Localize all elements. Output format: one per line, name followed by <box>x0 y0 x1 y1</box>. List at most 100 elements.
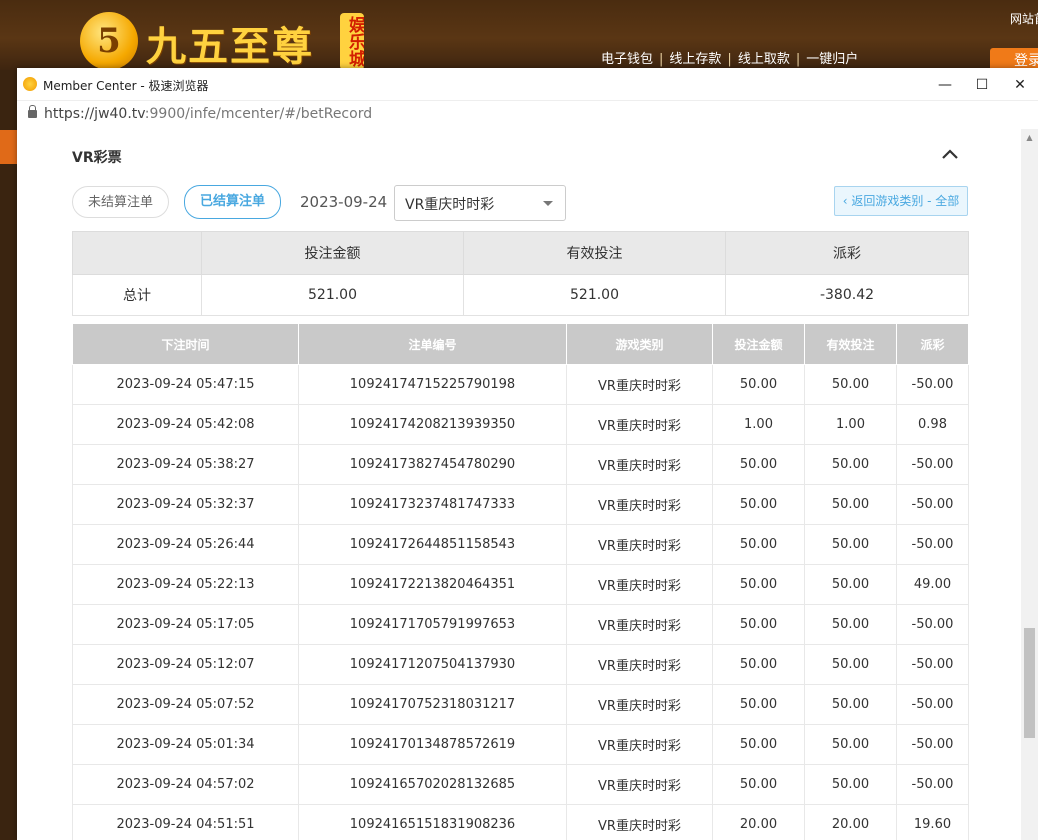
table-row: 2023-09-24 05:22:13 10924172213820464351 V… <box>72 564 969 605</box>
bet-time-cell: 2023-09-24 05:01:34 <box>72 724 299 765</box>
nav-e-wallet[interactable]: 电子钱包 <box>601 52 653 67</box>
bet-time-cell: 2023-09-24 05:12:07 <box>72 644 299 685</box>
game-type-cell: VR重庆时时彩 <box>566 764 713 805</box>
payout-cell: 19.60 <box>896 804 969 840</box>
site-logo-text[interactable]: 九五至尊 <box>146 14 314 72</box>
member-center-window: Member Center - 极速浏览器 — ☐ ✕ https://jw40… <box>17 68 1038 840</box>
bet-time-cell: 2023-09-24 05:47:15 <box>72 364 299 405</box>
valid-bet-cell: 20.00 <box>804 804 897 840</box>
valid-bet-cell: 50.00 <box>804 564 897 605</box>
table-row: 2023-09-24 05:17:05 10924171705791997653 V… <box>72 604 969 645</box>
bet-id-cell: 10924173827454780290 <box>298 444 567 485</box>
minimize-button[interactable]: — <box>927 68 963 100</box>
nav-one-click-transfer[interactable]: 一键归户 <box>806 52 858 67</box>
bet-time-cell: 2023-09-24 04:51:51 <box>72 804 299 840</box>
bet-id-cell: 10924174208213939350 <box>298 404 567 445</box>
bet-amount-cell: 1.00 <box>712 404 805 445</box>
valid-bet-cell: 50.00 <box>804 524 897 565</box>
summary-payout-total: -380.42 <box>725 274 969 316</box>
bet-amount-cell: 50.00 <box>712 564 805 605</box>
bet-amount-cell: 50.00 <box>712 364 805 405</box>
summary-header <box>72 231 202 275</box>
summary-bet-total: 521.00 <box>201 274 464 316</box>
caret-down-icon <box>543 201 553 206</box>
scrollbar-thumb[interactable] <box>1024 628 1035 738</box>
column-header-bet-time: 下注时间 <box>72 323 299 365</box>
game-type-cell: VR重庆时时彩 <box>566 364 713 405</box>
bet-time-cell: 2023-09-24 05:17:05 <box>72 604 299 645</box>
nav-separator: | <box>727 52 732 67</box>
bet-id-cell: 10924171705791997653 <box>298 604 567 645</box>
bet-id-cell: 10924170134878572619 <box>298 724 567 765</box>
column-header-bet-id: 注单编号 <box>298 323 567 365</box>
bet-amount-cell: 50.00 <box>712 764 805 805</box>
bet-id-cell: 10924171207504137930 <box>298 644 567 685</box>
valid-bet-cell: 50.00 <box>804 484 897 525</box>
address-bar[interactable]: https://jw40.tv:9900/infe/mcenter/#/betR… <box>17 100 1038 130</box>
payout-cell: -50.00 <box>896 764 969 805</box>
summary-valid-total: 521.00 <box>463 274 726 316</box>
bet-records-body: 2023-09-24 05:47:15 10924174715225790198 V… <box>72 364 969 840</box>
nav-separator: | <box>659 52 664 67</box>
summary-header: 有效投注 <box>463 231 726 275</box>
bet-time-cell: 2023-09-24 04:57:02 <box>72 764 299 805</box>
column-header-payout: 派彩 <box>896 323 969 365</box>
bet-id-cell: 10924174715225790198 <box>298 364 567 405</box>
payout-cell: 0.98 <box>896 404 969 445</box>
payout-cell: -50.00 <box>896 604 969 645</box>
game-type-cell: VR重庆时时彩 <box>566 804 713 840</box>
page-content: VR彩票 未结算注单 已结算注单 2023-09-24 VR重庆时时彩 ‹ 返回… <box>17 129 1021 840</box>
payout-cell: -50.00 <box>896 364 969 405</box>
payout-cell: -50.00 <box>896 484 969 525</box>
bet-id-cell: 10924165702028132685 <box>298 764 567 805</box>
valid-bet-cell: 50.00 <box>804 724 897 765</box>
valid-bet-cell: 50.00 <box>804 684 897 725</box>
vertical-scrollbar[interactable]: ▲ <box>1021 129 1038 840</box>
nav-online-withdraw[interactable]: 线上取款 <box>738 52 790 67</box>
site-logo-icon[interactable]: 5 <box>80 12 138 70</box>
bet-records-table: 下注时间 注单编号 游戏类别 投注金额 有效投注 派彩 2023-09-24 0… <box>72 323 969 840</box>
nav-online-deposit[interactable]: 线上存款 <box>669 52 721 67</box>
window-titlebar[interactable]: Member Center - 极速浏览器 — ☐ ✕ <box>17 68 1038 100</box>
valid-bet-cell: 50.00 <box>804 604 897 645</box>
column-header-game-type: 游戏类别 <box>566 323 713 365</box>
bet-amount-cell: 50.00 <box>712 484 805 525</box>
bet-time-cell: 2023-09-24 05:32:37 <box>72 484 299 525</box>
game-type-cell: VR重庆时时彩 <box>566 484 713 525</box>
back-to-game-categories-button[interactable]: ‹ 返回游戏类别 - 全部 <box>834 186 968 216</box>
summary-table: 投注金额 有效投注 派彩 总计 521.00 521.00 -380.42 <box>72 231 969 316</box>
site-nav: 电子钱包 | 线上存款 | 线上取款 | 一键归户 <box>598 48 861 67</box>
bet-id-cell: 10924165151831908236 <box>298 804 567 840</box>
table-row: 2023-09-24 05:47:15 10924174715225790198 V… <box>72 364 969 405</box>
payout-cell: -50.00 <box>896 724 969 765</box>
url-host: https://jw40.tv <box>44 106 145 122</box>
site-side-accent <box>0 130 17 164</box>
valid-bet-cell: 50.00 <box>804 644 897 685</box>
bet-time-cell: 2023-09-24 05:42:08 <box>72 404 299 445</box>
table-row: 2023-09-24 05:26:44 10924172644851158543 V… <box>72 524 969 565</box>
table-row: 2023-09-24 05:42:08 10924174208213939350 V… <box>72 404 969 445</box>
bet-time-cell: 2023-09-24 05:07:52 <box>72 684 299 725</box>
site-logo-badge: 娱乐城 <box>340 13 364 70</box>
game-type-cell: VR重庆时时彩 <box>566 404 713 445</box>
bet-id-cell: 10924173237481747333 <box>298 484 567 525</box>
table-row: 2023-09-24 05:32:37 10924173237481747333 V… <box>72 484 969 525</box>
table-row: 2023-09-24 05:38:27 10924173827454780290 V… <box>72 444 969 485</box>
payout-cell: -50.00 <box>896 444 969 485</box>
bet-amount-cell: 50.00 <box>712 724 805 765</box>
unsettled-bets-button[interactable]: 未结算注单 <box>72 186 169 218</box>
nav-separator: | <box>795 52 801 67</box>
bet-amount-cell: 50.00 <box>712 444 805 485</box>
site-corner-note[interactable]: 网站首 <box>1010 10 1038 27</box>
chevron-up-icon[interactable] <box>941 147 959 161</box>
window-title: Member Center - 极速浏览器 <box>43 79 209 93</box>
scroll-up-icon[interactable]: ▲ <box>1021 129 1038 146</box>
date-filter[interactable]: 2023-09-24 <box>300 193 387 211</box>
settled-bets-button[interactable]: 已结算注单 <box>184 185 281 219</box>
url-text[interactable]: https://jw40.tv:9900/infe/mcenter/#/betR… <box>44 106 372 122</box>
bet-time-cell: 2023-09-24 05:38:27 <box>72 444 299 485</box>
maximize-button[interactable]: ☐ <box>964 68 1000 100</box>
close-button[interactable]: ✕ <box>1002 68 1038 100</box>
column-header-valid-bet: 有效投注 <box>804 323 897 365</box>
game-type-select[interactable]: VR重庆时时彩 <box>394 185 566 221</box>
